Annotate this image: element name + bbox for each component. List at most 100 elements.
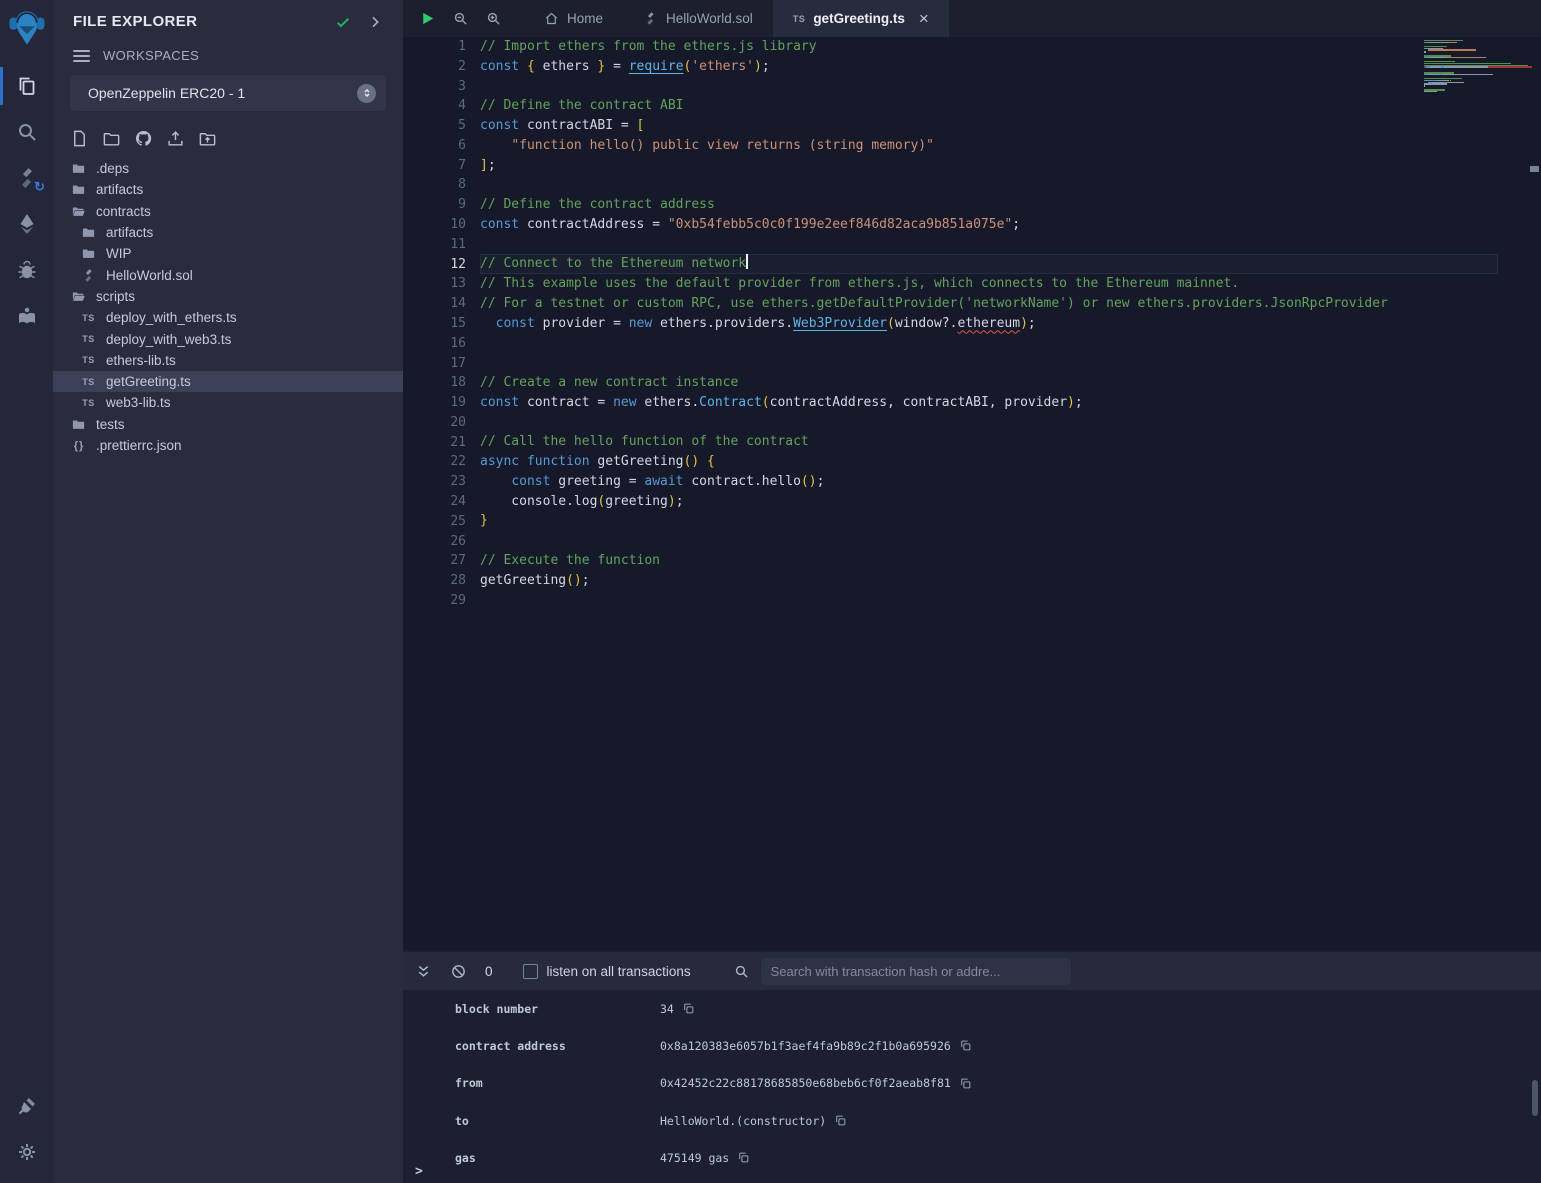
code-line[interactable]: } (480, 511, 1498, 531)
terminal-scrollbar[interactable] (1532, 1080, 1538, 1116)
code-line[interactable]: // Define the contract ABI (480, 96, 1498, 116)
line-number: 18 (403, 373, 466, 393)
remix-logo-icon[interactable] (5, 3, 49, 53)
tree-item-label: .prettierrc.json (96, 438, 182, 453)
line-number: 8 (403, 175, 466, 195)
line-number: 2 (403, 57, 466, 77)
run-script-button[interactable] (411, 0, 444, 37)
code-line[interactable] (480, 531, 1498, 551)
tree-item-label: artifacts (96, 182, 143, 197)
copy-icon[interactable] (737, 1151, 750, 1164)
zoom-out-icon (452, 10, 469, 27)
sidebar-item-solidity-compiler[interactable]: ↻ (0, 155, 53, 201)
code-line[interactable]: "function hello() public view returns (s… (480, 136, 1498, 156)
code-line[interactable] (480, 235, 1498, 255)
plug-icon (15, 1094, 39, 1118)
tab-Home[interactable]: Home (524, 0, 623, 37)
code-line[interactable] (480, 333, 1498, 353)
code-line[interactable]: // Define the contract address (480, 195, 1498, 215)
copy-icon[interactable] (834, 1114, 847, 1127)
code-line[interactable] (480, 353, 1498, 373)
copy-icon[interactable] (682, 1002, 695, 1015)
code-line[interactable]: const contractAddress = "0xb54febb5c0c0f… (480, 215, 1498, 235)
sidebar-item-deploy-run[interactable] (0, 201, 53, 247)
code-line[interactable]: // Connect to the Ethereum network (480, 254, 1498, 274)
check-icon[interactable] (335, 14, 351, 30)
code-line[interactable]: // Call the hello function of the contra… (480, 432, 1498, 452)
files-icon (15, 74, 39, 98)
tree-file-deploy_with_web3.ts[interactable]: TSdeploy_with_web3.ts (53, 328, 403, 349)
github-clone-icon[interactable] (133, 128, 154, 149)
code-line[interactable]: async function getGreeting() { (480, 452, 1498, 472)
tree-folder-WIP[interactable]: WIP (53, 243, 403, 264)
tree-file-web3-lib.ts[interactable]: TSweb3-lib.ts (53, 392, 403, 413)
line-number: 21 (403, 433, 466, 453)
line-number: 22 (403, 452, 466, 472)
tree-item-label: deploy_with_ethers.ts (106, 310, 237, 325)
line-number: 15 (403, 314, 466, 334)
tree-folder-.deps[interactable]: .deps (53, 158, 403, 179)
code-line[interactable]: const contractABI = [ (480, 116, 1498, 136)
code-line[interactable]: const { ethers } = require('ethers'); (480, 57, 1498, 77)
chevron-right-icon[interactable] (367, 14, 383, 30)
code-line[interactable] (480, 590, 1498, 610)
zoom-in-button[interactable] (477, 0, 510, 37)
tree-file-.prettierrc.json[interactable]: { }.prettierrc.json (53, 435, 403, 456)
line-number: 11 (403, 235, 466, 255)
transaction-detail-row: block number34 (403, 990, 1541, 1027)
terminal-search-input[interactable] (761, 958, 1071, 985)
code-line[interactable]: const greeting = await contract.hello(); (480, 472, 1498, 492)
code-line[interactable]: console.log(greeting); (480, 492, 1498, 512)
workspaces-menu-icon[interactable] (73, 50, 90, 62)
new-folder-icon[interactable] (101, 128, 122, 149)
code-lines[interactable]: // Import ethers from the ethers.js libr… (480, 37, 1498, 610)
minimap[interactable] (1424, 40, 1532, 95)
folder-icon (70, 161, 87, 176)
code-line[interactable]: // For a testnet or custom RPC, use ethe… (480, 294, 1498, 314)
tree-item-label: tests (96, 417, 125, 432)
sidebar-item-debugger[interactable] (0, 247, 53, 293)
zoom-out-button[interactable] (444, 0, 477, 37)
tree-folder-artifacts[interactable]: artifacts (53, 179, 403, 200)
collapse-terminal-icon[interactable] (415, 963, 432, 980)
code-line[interactable] (480, 175, 1498, 195)
tree-file-HelloWorld.sol[interactable]: HelloWorld.sol (53, 264, 403, 285)
code-line[interactable]: // This example uses the default provide… (480, 274, 1498, 294)
sidebar-item-plugin-manager[interactable] (0, 1083, 53, 1129)
code-area[interactable]: 1234567891011121314151617181920212223242… (403, 37, 1541, 950)
code-line[interactable]: ]; (480, 156, 1498, 176)
upload-folder-icon[interactable] (197, 128, 218, 149)
copy-icon[interactable] (959, 1039, 972, 1052)
tree-file-getGreeting.ts[interactable]: TSgetGreeting.ts (53, 371, 403, 392)
tree-folder-contracts[interactable]: contracts (53, 201, 403, 222)
tree-folder-scripts[interactable]: scripts (53, 286, 403, 307)
code-line[interactable]: // Execute the function (480, 551, 1498, 571)
new-file-icon[interactable] (69, 128, 90, 149)
sidebar-item-settings[interactable] (0, 1129, 53, 1175)
tab-getGreeting.ts[interactable]: TSgetGreeting.ts× (773, 0, 949, 37)
tree-folder-tests[interactable]: tests (53, 414, 403, 435)
sidebar-item-file-explorer[interactable] (0, 63, 53, 109)
tree-file-ethers-lib.ts[interactable]: TSethers-lib.ts (53, 350, 403, 371)
tree-file-deploy_with_ethers.ts[interactable]: TSdeploy_with_ethers.ts (53, 307, 403, 328)
workspace-select[interactable]: OpenZeppelin ERC20 - 1 (70, 75, 386, 111)
listen-transactions-checkbox[interactable] (523, 964, 538, 979)
code-line[interactable]: // Create a new contract instance (480, 373, 1498, 393)
code-line[interactable]: getGreeting(); (480, 571, 1498, 591)
code-line[interactable]: const contract = new ethers.Contract(con… (480, 393, 1498, 413)
terminal-prompt[interactable]: > (415, 1164, 423, 1179)
upload-file-icon[interactable] (165, 128, 186, 149)
code-line[interactable]: const provider = new ethers.providers.We… (480, 314, 1498, 334)
sidebar-item-search[interactable] (0, 109, 53, 155)
sidebar-item-learneth[interactable] (0, 293, 53, 339)
panel-title: FILE EXPLORER (73, 13, 335, 30)
copy-icon[interactable] (959, 1077, 972, 1090)
code-line[interactable] (480, 413, 1498, 433)
code-line[interactable]: // Import ethers from the ethers.js libr… (480, 37, 1498, 57)
detail-label: to (455, 1114, 660, 1128)
close-tab-icon[interactable]: × (919, 10, 929, 27)
clear-console-icon[interactable] (450, 963, 467, 980)
tab-HelloWorld.sol[interactable]: HelloWorld.sol (623, 0, 773, 37)
code-line[interactable] (480, 77, 1498, 97)
tree-folder-artifacts[interactable]: artifacts (53, 222, 403, 243)
